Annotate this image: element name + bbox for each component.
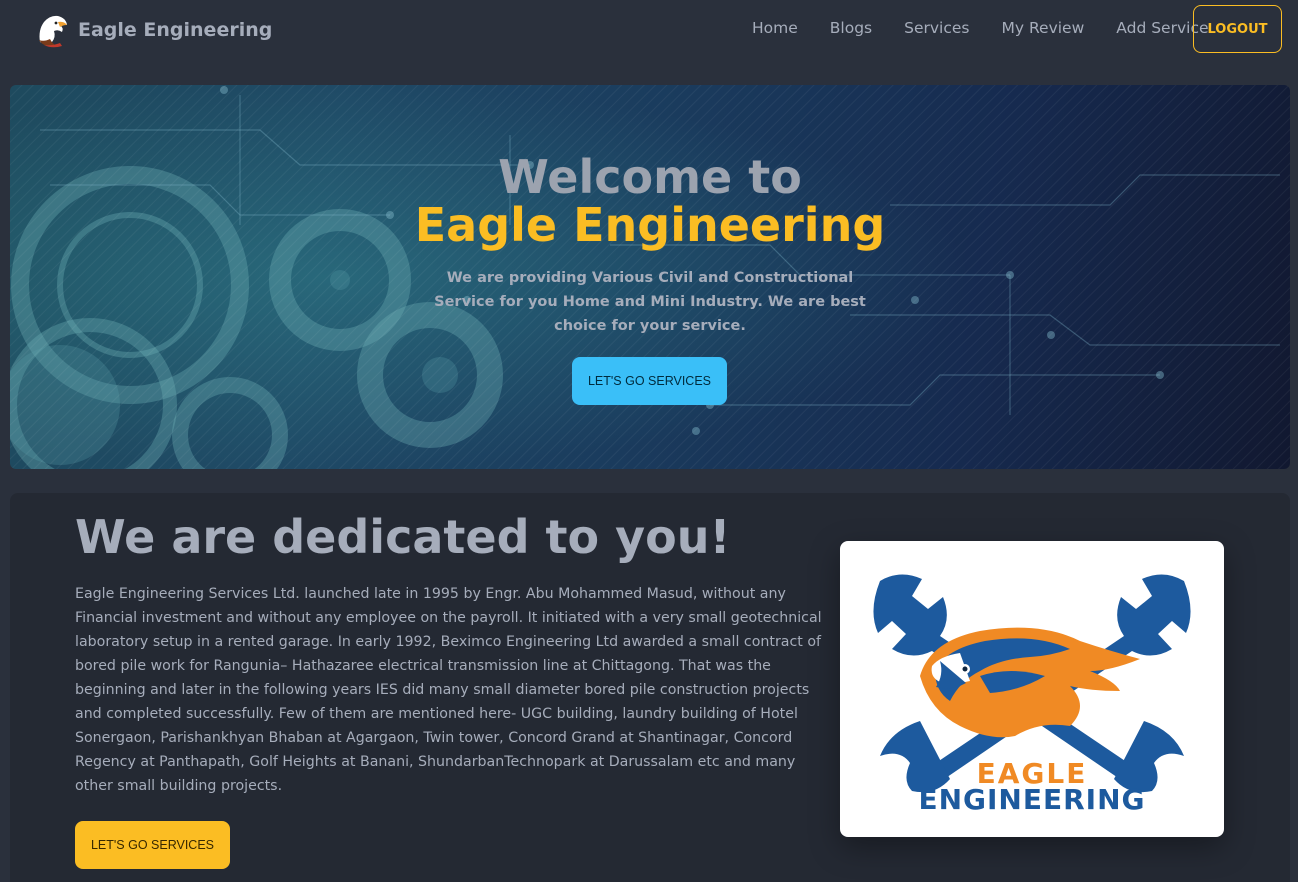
nav-link-my-review[interactable]: My Review [986, 19, 1101, 37]
hero-title-line2: Eagle Engineering [414, 198, 886, 252]
nav-link-home[interactable]: Home [736, 19, 814, 37]
about-services-button[interactable]: LET'S GO SERVICES [75, 821, 230, 869]
company-logo-image: EAGLE ENGINEERING [840, 541, 1224, 837]
eagle-logo-icon [39, 15, 67, 48]
about-text: Eagle Engineering Services Ltd. launched… [75, 586, 822, 794]
logout-button[interactable]: LOGOUT [1193, 5, 1282, 53]
nav-link-services[interactable]: Services [888, 19, 985, 37]
nav-link-blogs[interactable]: Blogs [814, 19, 888, 37]
hero-title-line1: Welcome to [498, 150, 802, 204]
hero-description: We are providing Various Civil and Const… [434, 270, 866, 334]
nav-links: Home Blogs Services My Review Add Servic… [736, 19, 1225, 37]
eagle-engineering-logo-icon: EAGLE ENGINEERING [873, 574, 1191, 816]
brand[interactable]: Eagle Engineering [36, 12, 272, 48]
hero-banner: Welcome to Eagle Engineering We are prov… [10, 85, 1290, 469]
about-section: We are dedicated to you! Eagle Engineeri… [10, 493, 1290, 882]
hero-services-button[interactable]: LET'S GO SERVICES [572, 357, 727, 405]
hero-content: Welcome to Eagle Engineering We are prov… [10, 85, 1290, 469]
top-navbar: Eagle Engineering Home Blogs Services My… [0, 0, 1298, 60]
brand-name: Eagle Engineering [78, 19, 273, 41]
about-title: We are dedicated to you! [75, 510, 731, 564]
logo-word-engineering: ENGINEERING [918, 783, 1145, 816]
